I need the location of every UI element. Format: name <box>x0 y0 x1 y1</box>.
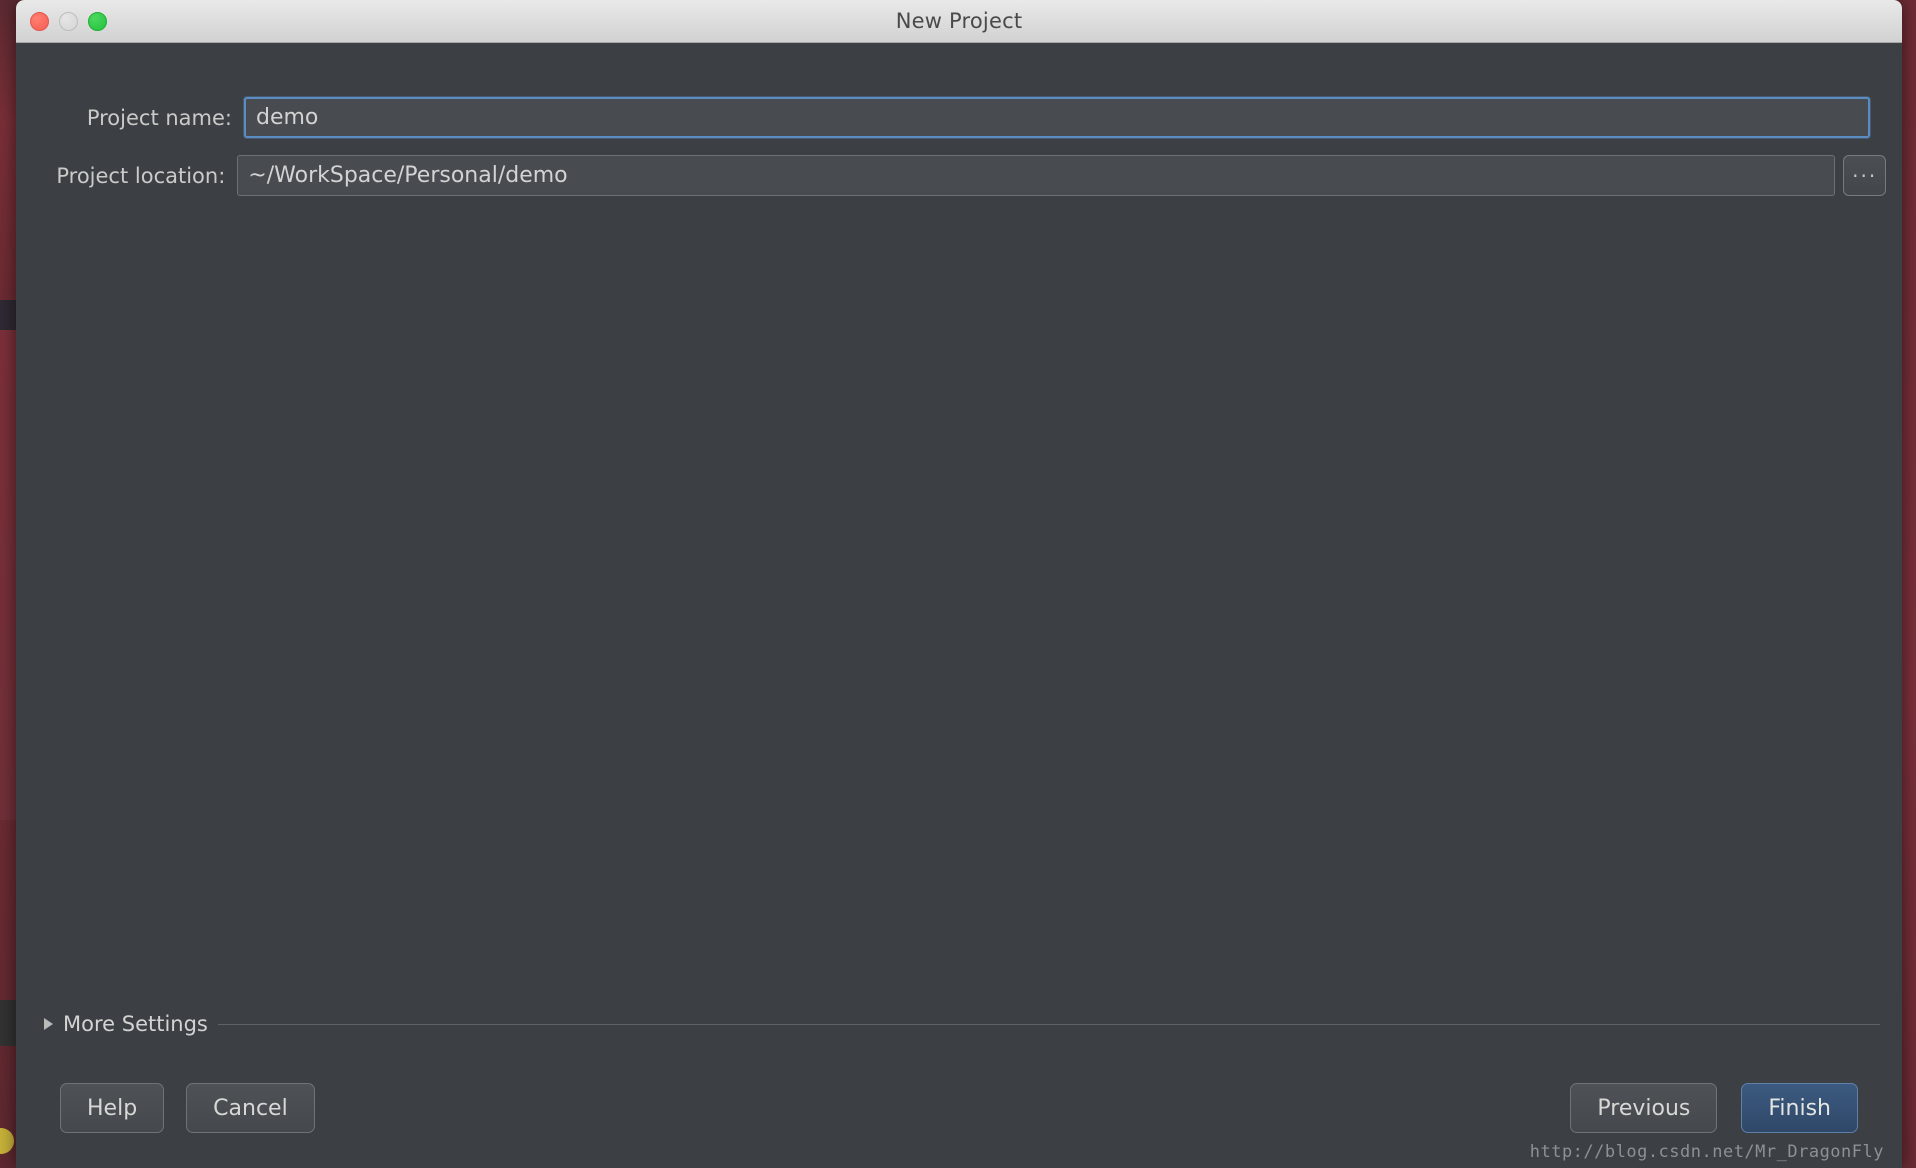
more-settings-label[interactable]: More Settings <box>63 1012 208 1036</box>
new-project-dialog: New Project Project name: demo Project l… <box>16 0 1902 1168</box>
project-location-label: Project location: <box>56 163 226 188</box>
project-name-input[interactable]: demo <box>244 97 1870 138</box>
navigation-button-group: Previous Finish <box>1570 1083 1858 1133</box>
help-button[interactable]: Help <box>60 1083 165 1133</box>
backdrop-right-edge <box>1902 0 1916 1168</box>
cancel-button[interactable]: Cancel <box>186 1083 315 1133</box>
maximize-button[interactable] <box>88 11 107 31</box>
project-name-label: Project name: <box>86 105 232 130</box>
browse-folder-button[interactable]: ··· <box>1843 155 1886 196</box>
triangle-right-icon[interactable] <box>44 1018 53 1030</box>
project-location-input[interactable]: ~/WorkSpace/Personal/demo <box>237 155 1836 196</box>
watermark-text: http://blog.csdn.net/Mr_DragonFly <box>1529 1142 1884 1162</box>
project-location-row: Project location: ~/WorkSpace/Personal/d… <box>16 155 1886 196</box>
previous-button[interactable]: Previous <box>1570 1083 1718 1133</box>
close-button[interactable] <box>30 11 49 31</box>
minimize-button[interactable] <box>59 11 78 31</box>
finish-button[interactable]: Finish <box>1741 1083 1858 1133</box>
dialog-button-bar: Help Cancel Previous Finish <box>16 1078 1902 1138</box>
secondary-button-group: Help Cancel <box>60 1083 315 1133</box>
project-name-row: Project name: demo <box>16 97 1886 138</box>
dialog-title: New Project <box>895 9 1023 33</box>
section-divider <box>217 1023 1880 1025</box>
more-settings-section[interactable]: More Settings <box>30 1012 1896 1036</box>
dialog-titlebar: New Project <box>16 0 1902 43</box>
window-controls <box>30 11 107 31</box>
